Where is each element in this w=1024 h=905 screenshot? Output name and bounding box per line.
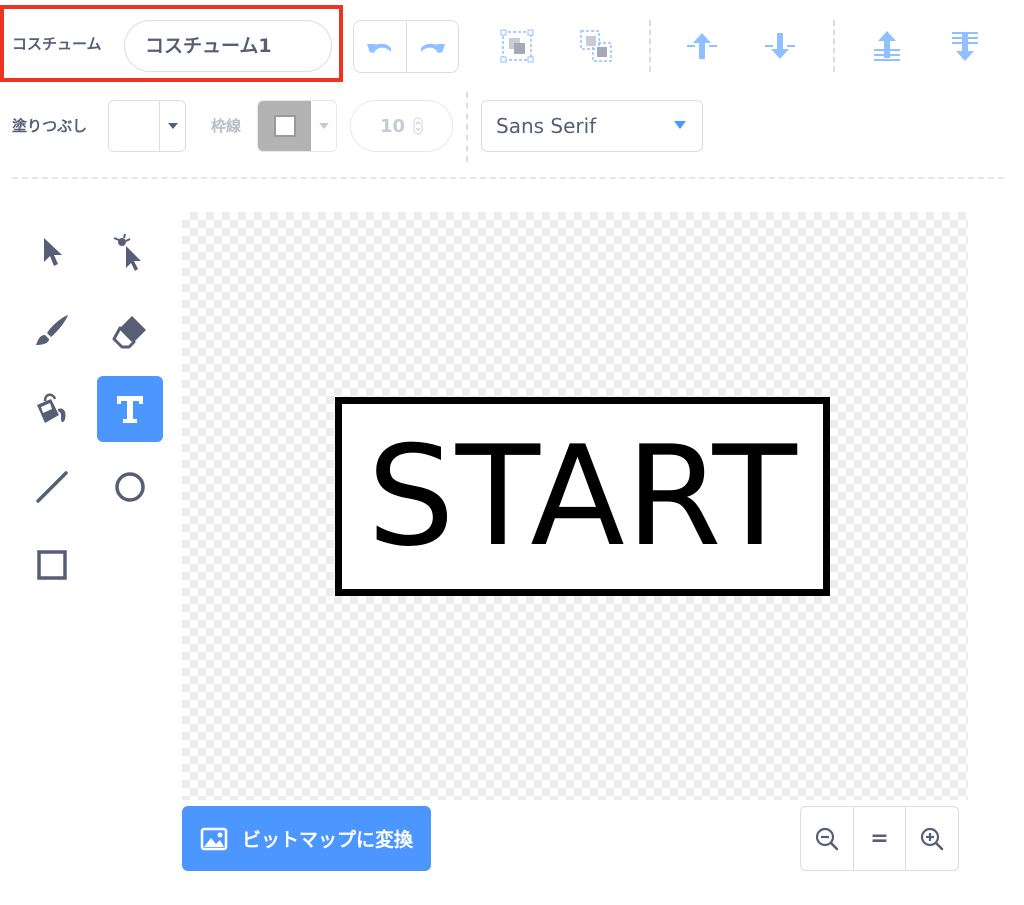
zoom-in-button[interactable] <box>905 807 958 870</box>
fill-swatch[interactable] <box>109 101 159 151</box>
zoom-out-button[interactable] <box>801 807 853 870</box>
backward-button[interactable] <box>758 24 802 68</box>
group-button[interactable] <box>495 24 539 68</box>
fill-icon <box>37 393 66 423</box>
separator <box>649 20 651 72</box>
back-button[interactable] <box>943 24 987 68</box>
ungroup-button[interactable] <box>574 24 618 68</box>
select-tool[interactable] <box>19 219 85 285</box>
rectangle-tool[interactable] <box>19 532 85 598</box>
circle-tool[interactable] <box>97 454 163 520</box>
select-icon <box>44 238 62 266</box>
group-icon <box>500 29 534 63</box>
reshape-tool[interactable] <box>97 219 163 285</box>
rectangle-icon <box>37 550 67 580</box>
circle-icon <box>115 472 145 502</box>
costume-name-input[interactable]: コスチューム1 <box>124 20 332 72</box>
font-select-value: Sans Serif <box>496 114 597 138</box>
backward-icon <box>765 33 795 59</box>
font-select[interactable]: Sans Serif <box>481 100 703 152</box>
convert-label: ビットマップに変換 <box>242 829 414 851</box>
separator <box>466 92 468 162</box>
fill-dropdown[interactable] <box>159 101 185 151</box>
front-icon <box>874 31 900 61</box>
start-sprite-box[interactable]: START <box>335 397 830 596</box>
zoom-in-icon <box>921 827 944 850</box>
separator <box>833 20 835 72</box>
fill-color-picker[interactable] <box>108 100 186 152</box>
eraser-tool[interactable] <box>97 298 163 364</box>
fill-label: 塗りつぶし <box>12 117 88 135</box>
image-icon <box>200 827 228 850</box>
outline-width-value: 10 <box>379 115 406 137</box>
undo-icon <box>366 43 391 53</box>
outline-swatch[interactable] <box>258 101 311 151</box>
brush-tool[interactable] <box>19 298 85 364</box>
outline-label: 枠線 <box>211 117 242 135</box>
text-icon <box>117 396 143 423</box>
fill-tool[interactable] <box>19 376 85 442</box>
redo-button[interactable] <box>405 21 459 72</box>
stepper-icon <box>413 117 423 135</box>
caret-down-icon <box>167 123 178 129</box>
outline-width-input[interactable]: 10 <box>350 100 453 152</box>
forward-icon <box>687 33 717 59</box>
paint-canvas[interactable]: START <box>182 212 968 800</box>
caret-down-icon <box>674 121 686 129</box>
convert-to-bitmap-button[interactable]: ビットマップに変換 <box>182 806 431 871</box>
costume-label: コスチューム <box>12 35 102 53</box>
outline-dropdown[interactable] <box>311 101 336 151</box>
outline-color-picker[interactable] <box>257 100 337 152</box>
line-tool[interactable] <box>19 454 85 520</box>
zoom-controls: = <box>800 806 959 871</box>
front-button[interactable] <box>865 24 909 68</box>
brush-icon <box>36 315 68 345</box>
zoom-reset-button[interactable]: = <box>852 807 906 870</box>
undo-button[interactable] <box>354 21 406 72</box>
caret-down-icon <box>318 123 329 129</box>
reshape-icon <box>113 233 141 271</box>
start-text: START <box>367 415 798 577</box>
undo-redo-group <box>353 20 459 73</box>
ungroup-icon <box>580 30 612 62</box>
eraser-icon <box>112 316 146 349</box>
divider <box>12 177 1004 179</box>
forward-button[interactable] <box>680 24 724 68</box>
zoom-out-icon <box>815 827 839 850</box>
redo-icon <box>421 43 446 53</box>
text-tool[interactable] <box>97 376 163 442</box>
back-icon <box>952 32 978 61</box>
line-icon <box>36 471 68 503</box>
